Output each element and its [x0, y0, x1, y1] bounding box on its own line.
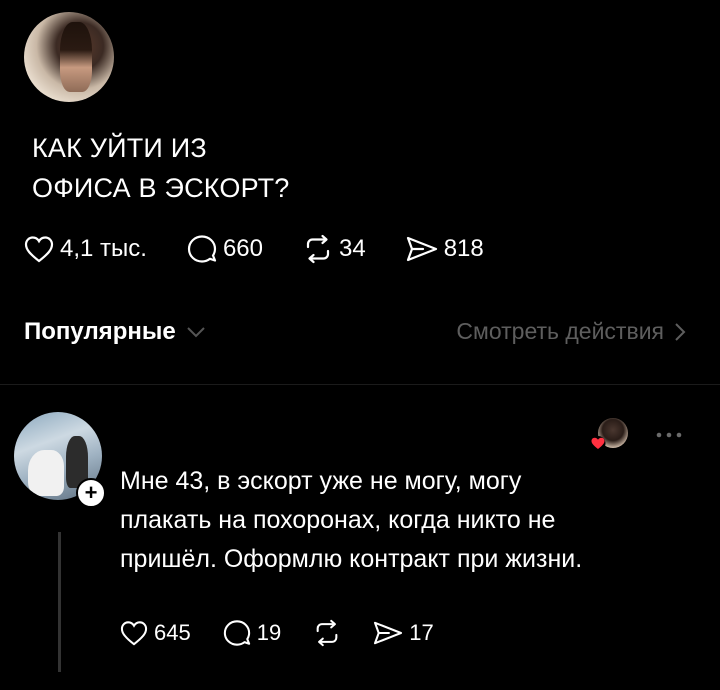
view-actions-label: Смотреть действия [456, 318, 664, 344]
comment-bubble-icon [223, 620, 250, 646]
view-actions-link[interactable]: Смотреть действия [456, 318, 686, 345]
post-author-avatar[interactable] [24, 12, 114, 102]
thread-line [58, 532, 61, 672]
reply-comment-count: 19 [256, 620, 282, 645]
more-options-button[interactable] [656, 418, 682, 444]
sort-label: Популярные [24, 318, 176, 345]
reply-like-button[interactable]: 645 [120, 620, 191, 646]
plus-icon: + [84, 480, 98, 505]
post-stats-bar: 4,1 тыс. 660 34 818 [24, 232, 524, 266]
heart-icon [120, 621, 148, 646]
sort-dropdown[interactable]: Популярные [24, 318, 206, 346]
replies-header: Популярные Смотреть действия [0, 318, 720, 362]
section-divider [0, 384, 720, 385]
like-button[interactable]: 4,1 тыс. [24, 235, 147, 263]
send-icon [374, 621, 403, 645]
reply-repost-button[interactable] [313, 619, 341, 647]
reply-text: Мне 43, в эскорт уже не могу, могу плака… [120, 467, 583, 573]
send-icon [406, 236, 437, 262]
comment-button[interactable]: 660 [187, 234, 263, 264]
follow-button[interactable]: + [76, 478, 106, 508]
reply-share-count: 17 [409, 620, 434, 645]
repost-count: 34 [339, 235, 366, 262]
chevron-down-icon [186, 327, 205, 338]
heart-badge-icon [590, 436, 606, 451]
heart-icon [24, 236, 54, 263]
comment-bubble-icon [187, 235, 217, 263]
threads-post-view: КАК УЙТИ ИЗ ОФИСА В ЭСКОРТ? 4,1 тыс. 660… [0, 0, 720, 690]
reply-share-button[interactable]: 17 [373, 620, 434, 646]
like-count: 4,1 тыс. [60, 235, 147, 262]
post-title: КАК УЙТИ ИЗ ОФИСА В ЭСКОРТ? [32, 133, 290, 203]
repost-icon [306, 234, 330, 264]
share-button[interactable]: 818 [406, 235, 484, 263]
avatar-photo-figure [60, 22, 92, 92]
share-count: 818 [443, 235, 484, 262]
reply-stats-bar: 645 19 17 [120, 616, 466, 650]
repost-button[interactable]: 34 [303, 234, 366, 264]
avatar-photo-horse [28, 450, 64, 496]
reply-comment-button[interactable]: 19 [223, 619, 281, 647]
more-dots-icon [656, 432, 682, 438]
repost-icon [316, 619, 338, 647]
chevron-right-icon [675, 322, 686, 341]
comment-count: 660 [222, 235, 263, 262]
reply-like-count: 645 [154, 620, 191, 645]
